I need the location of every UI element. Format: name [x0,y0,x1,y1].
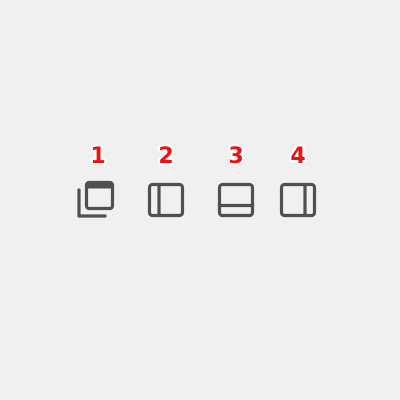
callout-number-3: 3 [228,144,244,169]
panel-bottom-button[interactable] [215,179,257,221]
panel-left-button[interactable] [145,179,187,221]
callout-number-1: 1 [90,144,106,169]
window-stack-button[interactable] [76,179,118,221]
panel-right-icon [279,182,317,218]
panel-bottom-icon [217,182,255,218]
callout-number-4: 4 [290,144,306,169]
window-stack-icon [77,180,115,218]
panel-right-button[interactable] [277,179,319,221]
panel-left-icon [147,182,185,218]
callout-number-2: 2 [158,144,174,169]
